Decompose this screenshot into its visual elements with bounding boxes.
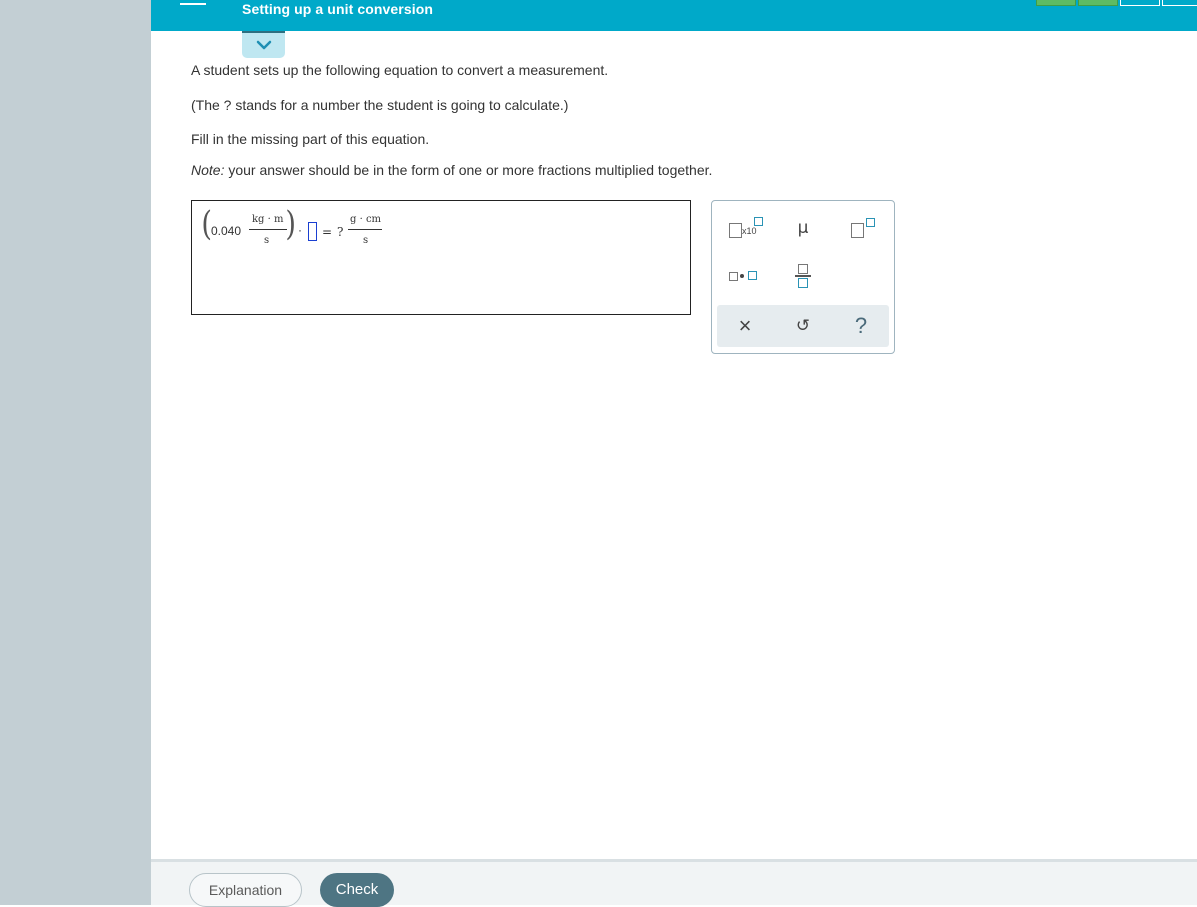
fraction-bar-icon: [795, 275, 811, 277]
superscript-button[interactable]: [848, 215, 878, 241]
question-line-3: Fill in the missing part of this equatio…: [191, 131, 430, 147]
math-palette: x10 μ × ↺ ?: [711, 200, 895, 354]
question-line-1: A student sets up the following equation…: [191, 62, 609, 78]
question-note: Note: your answer should be in the form …: [191, 162, 712, 178]
unknown-value: ?: [337, 225, 344, 239]
progress-segment: [1120, 0, 1160, 6]
right-paren: ): [285, 204, 296, 244]
mu-button[interactable]: μ: [790, 215, 816, 241]
clear-button[interactable]: ×: [735, 313, 755, 339]
box-icon: [748, 271, 757, 280]
base-box-icon: [851, 223, 864, 238]
note-label: Note:: [191, 162, 225, 178]
page-title: Setting up a unit conversion: [242, 1, 434, 17]
box-icon: [729, 272, 738, 281]
numerator-box-icon: [798, 264, 808, 274]
multiply-dot: ·: [298, 223, 302, 237]
dot-icon: [740, 274, 744, 278]
sci-notation-button[interactable]: x10: [727, 215, 767, 241]
multiply-dot-button[interactable]: [726, 263, 766, 287]
x10-label: x10: [742, 226, 757, 236]
question-line-2: (The ? stands for a number the student i…: [191, 97, 569, 113]
lhs-denominator: s: [264, 235, 270, 246]
chevron-down-icon: [256, 40, 272, 50]
footer-bar: [151, 859, 1197, 905]
rhs-denominator: s: [363, 235, 369, 246]
lhs-fraction-bar: [249, 229, 287, 230]
denominator-box-icon: [798, 278, 808, 288]
exponent-box-icon: [866, 218, 875, 227]
palette-actions: × ↺ ?: [717, 305, 889, 347]
left-rail: [0, 0, 151, 905]
rhs-fraction-bar: [348, 229, 382, 230]
menu-icon[interactable]: [178, 0, 208, 14]
equals-sign: =: [322, 225, 333, 239]
exponent-box-icon: [754, 217, 763, 226]
measurement-value: 0.040: [211, 224, 242, 238]
progress-segment: [1036, 0, 1076, 6]
answer-input-area[interactable]: ( 0.040 kg · m s ) · = ? g · cm s: [191, 200, 691, 315]
missing-fraction-input[interactable]: [308, 222, 317, 241]
collapse-toggle[interactable]: [242, 31, 285, 58]
progress-segment: [1162, 0, 1197, 6]
rhs-numerator: g · cm: [350, 214, 382, 225]
progress-indicator: [1036, 0, 1197, 6]
explanation-button[interactable]: Explanation: [189, 873, 302, 907]
progress-segment: [1078, 0, 1118, 6]
fraction-button[interactable]: [792, 261, 816, 291]
note-text: your answer should be in the form of one…: [224, 162, 713, 178]
lhs-numerator: kg · m: [252, 214, 284, 225]
base-box-icon: [729, 223, 742, 238]
check-button[interactable]: Check: [320, 873, 394, 907]
undo-button[interactable]: ↺: [791, 313, 815, 339]
help-button[interactable]: ?: [849, 312, 873, 340]
